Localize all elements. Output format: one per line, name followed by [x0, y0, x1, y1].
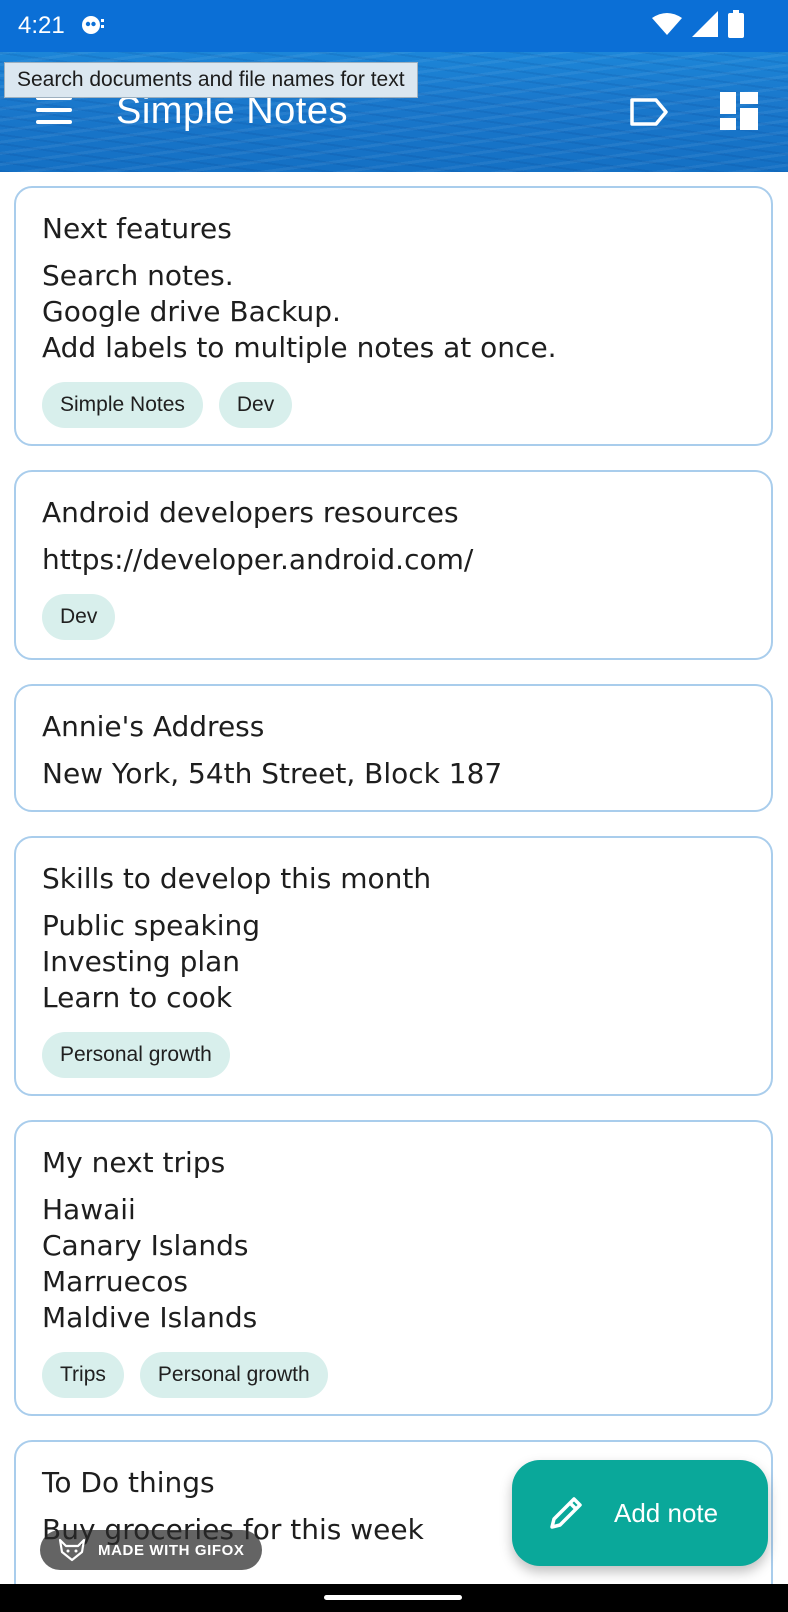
note-body: https://developer.android.com/: [42, 542, 745, 578]
note-line: Learn to cook: [42, 981, 233, 1014]
note-title: My next trips: [42, 1146, 226, 1179]
note-card[interactable]: My next trips Hawaii Canary Islands Marr…: [14, 1120, 773, 1416]
fox-icon: [58, 1538, 86, 1562]
layout-icon[interactable]: [720, 92, 758, 130]
home-indicator[interactable]: [324, 1595, 462, 1600]
label-chips: Personal growth: [42, 1032, 745, 1078]
label-chip[interactable]: Personal growth: [42, 1032, 230, 1078]
menu-icon[interactable]: [36, 96, 74, 124]
note-line: Add labels to multiple notes at once.: [42, 331, 557, 364]
label-chip[interactable]: Trips: [42, 1352, 124, 1398]
label-chips: Simple Notes Dev: [42, 382, 745, 428]
note-card[interactable]: Skills to develop this month Public spea…: [14, 836, 773, 1096]
label-chip[interactable]: Personal growth: [139, 1352, 328, 1398]
search-tooltip: Search documents and file names for text: [4, 62, 418, 98]
notification-icon: [80, 14, 106, 36]
label-icon[interactable]: [628, 96, 670, 128]
note-card[interactable]: Android developers resources https://dev…: [14, 470, 773, 660]
note-line: Public speaking: [42, 909, 261, 942]
battery-icon: [728, 10, 744, 42]
note-title: Next features: [42, 212, 232, 245]
note-line: Hawaii: [42, 1193, 136, 1226]
note-line: https://developer.android.com/: [42, 543, 474, 576]
label-chip[interactable]: Dev: [42, 594, 116, 640]
label-chips: Dev: [42, 594, 745, 640]
note-line: Investing plan: [42, 945, 241, 978]
add-note-label: Add note: [614, 1497, 719, 1528]
note-line: Search notes.: [42, 259, 234, 292]
status-bar: 4:21: [0, 0, 788, 52]
note-card[interactable]: Annie's Address New York, 54th Street, B…: [14, 684, 773, 812]
note-card[interactable]: Next features Search notes. Google drive…: [14, 186, 773, 446]
pencil-icon: [546, 1493, 586, 1533]
note-title: Skills to develop this month: [42, 862, 432, 895]
note-line: New York, 54th Street, Block 187: [42, 757, 503, 790]
gifox-watermark: MADE WITH GIFOX: [40, 1530, 262, 1570]
note-line: Canary Islands: [42, 1229, 249, 1262]
note-body: Search notes. Google drive Backup. Add l…: [42, 258, 745, 366]
watermark-text: MADE WITH GIFOX: [98, 1541, 245, 1559]
note-title: Annie's Address: [42, 710, 265, 743]
note-body: New York, 54th Street, Block 187: [42, 756, 745, 792]
signal-icon: [692, 11, 718, 41]
label-chip[interactable]: Simple Notes: [42, 382, 203, 428]
note-body: Public speaking Investing plan Learn to …: [42, 908, 745, 1016]
note-line: Marruecos: [42, 1265, 188, 1298]
note-line: Maldive Islands: [42, 1301, 258, 1334]
label-chip[interactable]: Dev: [218, 382, 293, 428]
add-note-button[interactable]: Add note: [512, 1460, 768, 1566]
status-time: 4:21: [18, 12, 65, 39]
label-chips: Trips Personal growth: [42, 1352, 745, 1398]
wifi-icon: [652, 12, 682, 40]
note-line: Google drive Backup.: [42, 295, 341, 328]
navigation-bar: [0, 1584, 788, 1612]
note-body: Hawaii Canary Islands Marruecos Maldive …: [42, 1192, 745, 1336]
note-title: Android developers resources: [42, 496, 459, 529]
